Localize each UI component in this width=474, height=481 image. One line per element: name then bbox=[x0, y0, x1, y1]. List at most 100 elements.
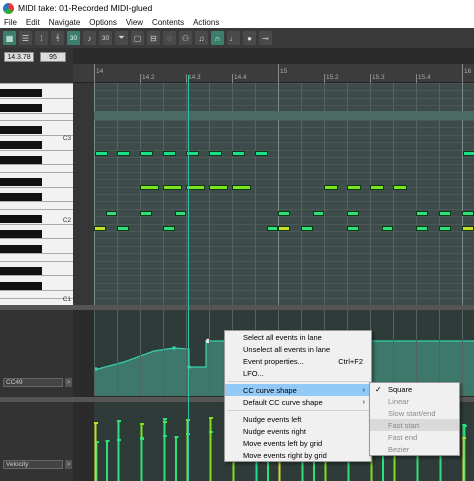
context-menu-item[interactable]: Default CC curve shape › bbox=[225, 396, 371, 408]
context-menu-item[interactable]: Move events left by grid bbox=[225, 437, 371, 449]
midi-note[interactable] bbox=[94, 151, 108, 156]
midi-note[interactable] bbox=[416, 211, 428, 216]
curve-shape-label: Linear bbox=[388, 396, 409, 406]
black-key[interactable] bbox=[0, 126, 42, 135]
context-menu-item[interactable]: Nudge events right bbox=[225, 425, 371, 437]
midi-note[interactable] bbox=[140, 211, 152, 216]
midi-note[interactable] bbox=[117, 226, 129, 231]
midi-note[interactable] bbox=[94, 226, 106, 231]
midi-note[interactable] bbox=[163, 151, 176, 156]
midi-note[interactable] bbox=[232, 151, 245, 156]
black-key[interactable] bbox=[0, 178, 42, 187]
midi-note[interactable] bbox=[232, 185, 252, 190]
midi-note[interactable] bbox=[439, 211, 451, 216]
note-icon[interactable]: ♩ bbox=[227, 31, 240, 45]
black-key[interactable] bbox=[0, 230, 42, 238]
context-menu-item[interactable]: LFO... bbox=[225, 367, 371, 379]
black-key[interactable] bbox=[0, 215, 42, 224]
midi-note[interactable] bbox=[462, 226, 474, 231]
midi-note[interactable] bbox=[301, 226, 313, 231]
midi-note[interactable] bbox=[347, 226, 359, 231]
cc-lane-selector[interactable]: CC49 bbox=[3, 378, 63, 387]
midi-note[interactable] bbox=[393, 185, 407, 190]
funnel-icon[interactable]: ⏷ bbox=[115, 31, 128, 45]
black-key[interactable] bbox=[0, 141, 42, 150]
midi-note[interactable] bbox=[209, 151, 222, 156]
menu-edit[interactable]: Edit bbox=[26, 18, 40, 27]
mic-icon[interactable]: ● bbox=[243, 31, 256, 45]
velocity-handle bbox=[163, 418, 167, 420]
curve-shape-option[interactable]: Fast start bbox=[370, 419, 459, 431]
velocity-lane-arrow[interactable]: > bbox=[65, 460, 72, 469]
black-key[interactable] bbox=[0, 281, 42, 290]
black-key[interactable] bbox=[0, 193, 42, 201]
context-menu-item[interactable]: Unselect all events in lane bbox=[225, 343, 371, 355]
context-menu-item[interactable]: Event properties... Ctrl+F2 bbox=[225, 355, 371, 367]
context-menu-item[interactable]: CC curve shape › bbox=[225, 384, 371, 396]
midi-note[interactable] bbox=[347, 211, 359, 216]
velocity-display[interactable]: 95 bbox=[40, 52, 66, 62]
midi-note[interactable] bbox=[462, 151, 474, 156]
midi-note[interactable] bbox=[209, 185, 229, 190]
context-menu-item[interactable]: Nudge events left bbox=[225, 413, 371, 425]
magnet-icon[interactable]: ∩ bbox=[211, 31, 224, 45]
context-menu-item[interactable]: Move events right by grid bbox=[225, 449, 371, 461]
black-key[interactable] bbox=[0, 156, 42, 164]
curve-shape-option[interactable]: ✓ Square bbox=[370, 383, 459, 395]
step-icon[interactable]: ⊟ bbox=[147, 31, 160, 45]
curve-shape-option[interactable]: Fast end bbox=[370, 431, 459, 443]
menu-navigate[interactable]: Navigate bbox=[49, 18, 81, 27]
menu-actions[interactable]: Actions bbox=[193, 18, 219, 27]
position-display[interactable]: 14.3.78 bbox=[4, 52, 34, 62]
tuner-icon[interactable]: ⊸ bbox=[259, 31, 272, 45]
chord-icon[interactable]: ♫ bbox=[195, 31, 208, 45]
midi-note[interactable] bbox=[416, 226, 428, 231]
midi-note[interactable] bbox=[117, 151, 130, 156]
edit-cursor[interactable] bbox=[188, 75, 189, 481]
dots-icon[interactable]: ⁞ bbox=[35, 31, 48, 45]
menu-contents[interactable]: Contents bbox=[152, 18, 184, 27]
curve-shape-option[interactable]: Slow start/end bbox=[370, 407, 459, 419]
nodes-icon[interactable]: ⚇ bbox=[179, 31, 192, 45]
midi-note[interactable] bbox=[462, 211, 474, 216]
midi-note[interactable] bbox=[370, 185, 384, 190]
midi-note[interactable] bbox=[255, 151, 268, 156]
midi-note[interactable] bbox=[381, 226, 393, 231]
midi-note[interactable] bbox=[163, 185, 183, 190]
grid30-icon[interactable]: 30 bbox=[67, 31, 80, 45]
loop-icon[interactable]: ◌ bbox=[163, 31, 176, 45]
midi-note[interactable] bbox=[324, 185, 338, 190]
midi-note[interactable] bbox=[312, 211, 324, 216]
black-key[interactable] bbox=[0, 267, 42, 275]
menu-view[interactable]: View bbox=[126, 18, 143, 27]
midi-note[interactable] bbox=[266, 226, 278, 231]
midi-note[interactable] bbox=[163, 226, 175, 231]
midi-note[interactable] bbox=[278, 226, 290, 231]
curve-shape-option[interactable]: Linear bbox=[370, 395, 459, 407]
black-key[interactable] bbox=[0, 89, 42, 98]
midi-note[interactable] bbox=[174, 211, 186, 216]
menu-file[interactable]: File bbox=[4, 18, 17, 27]
timeline-ruler[interactable]: 14 14.2 14.3 14.4 15 15.2 15.3 15.4 16 bbox=[73, 64, 474, 83]
note30-icon[interactable]: ♪ bbox=[83, 31, 96, 45]
midi-note[interactable] bbox=[140, 151, 153, 156]
piano-keyboard[interactable]: C3 C2 C1 bbox=[0, 83, 73, 305]
filter30-icon[interactable]: 30 bbox=[99, 31, 112, 45]
midi-note[interactable] bbox=[278, 211, 290, 216]
page-icon[interactable]: ▢ bbox=[131, 31, 144, 45]
midi-note[interactable] bbox=[347, 185, 361, 190]
grid-icon[interactable]: ▦ bbox=[3, 31, 16, 45]
context-menu-item[interactable]: Select all events in lane bbox=[225, 331, 371, 343]
midi-note[interactable] bbox=[105, 211, 117, 216]
cc-lane-arrow[interactable]: > bbox=[65, 378, 72, 387]
velocity-lane-selector[interactable]: Velocity bbox=[3, 460, 63, 469]
note-grid[interactable] bbox=[94, 83, 474, 305]
list-icon[interactable]: ☰ bbox=[19, 31, 32, 45]
key-icon[interactable]: 𝄞 bbox=[51, 31, 64, 45]
curve-shape-option[interactable]: Bezier bbox=[370, 443, 459, 455]
black-key[interactable] bbox=[0, 104, 42, 113]
midi-note[interactable] bbox=[140, 185, 160, 190]
midi-note[interactable] bbox=[439, 226, 451, 231]
black-key[interactable] bbox=[0, 244, 42, 253]
menu-options[interactable]: Options bbox=[89, 18, 117, 27]
